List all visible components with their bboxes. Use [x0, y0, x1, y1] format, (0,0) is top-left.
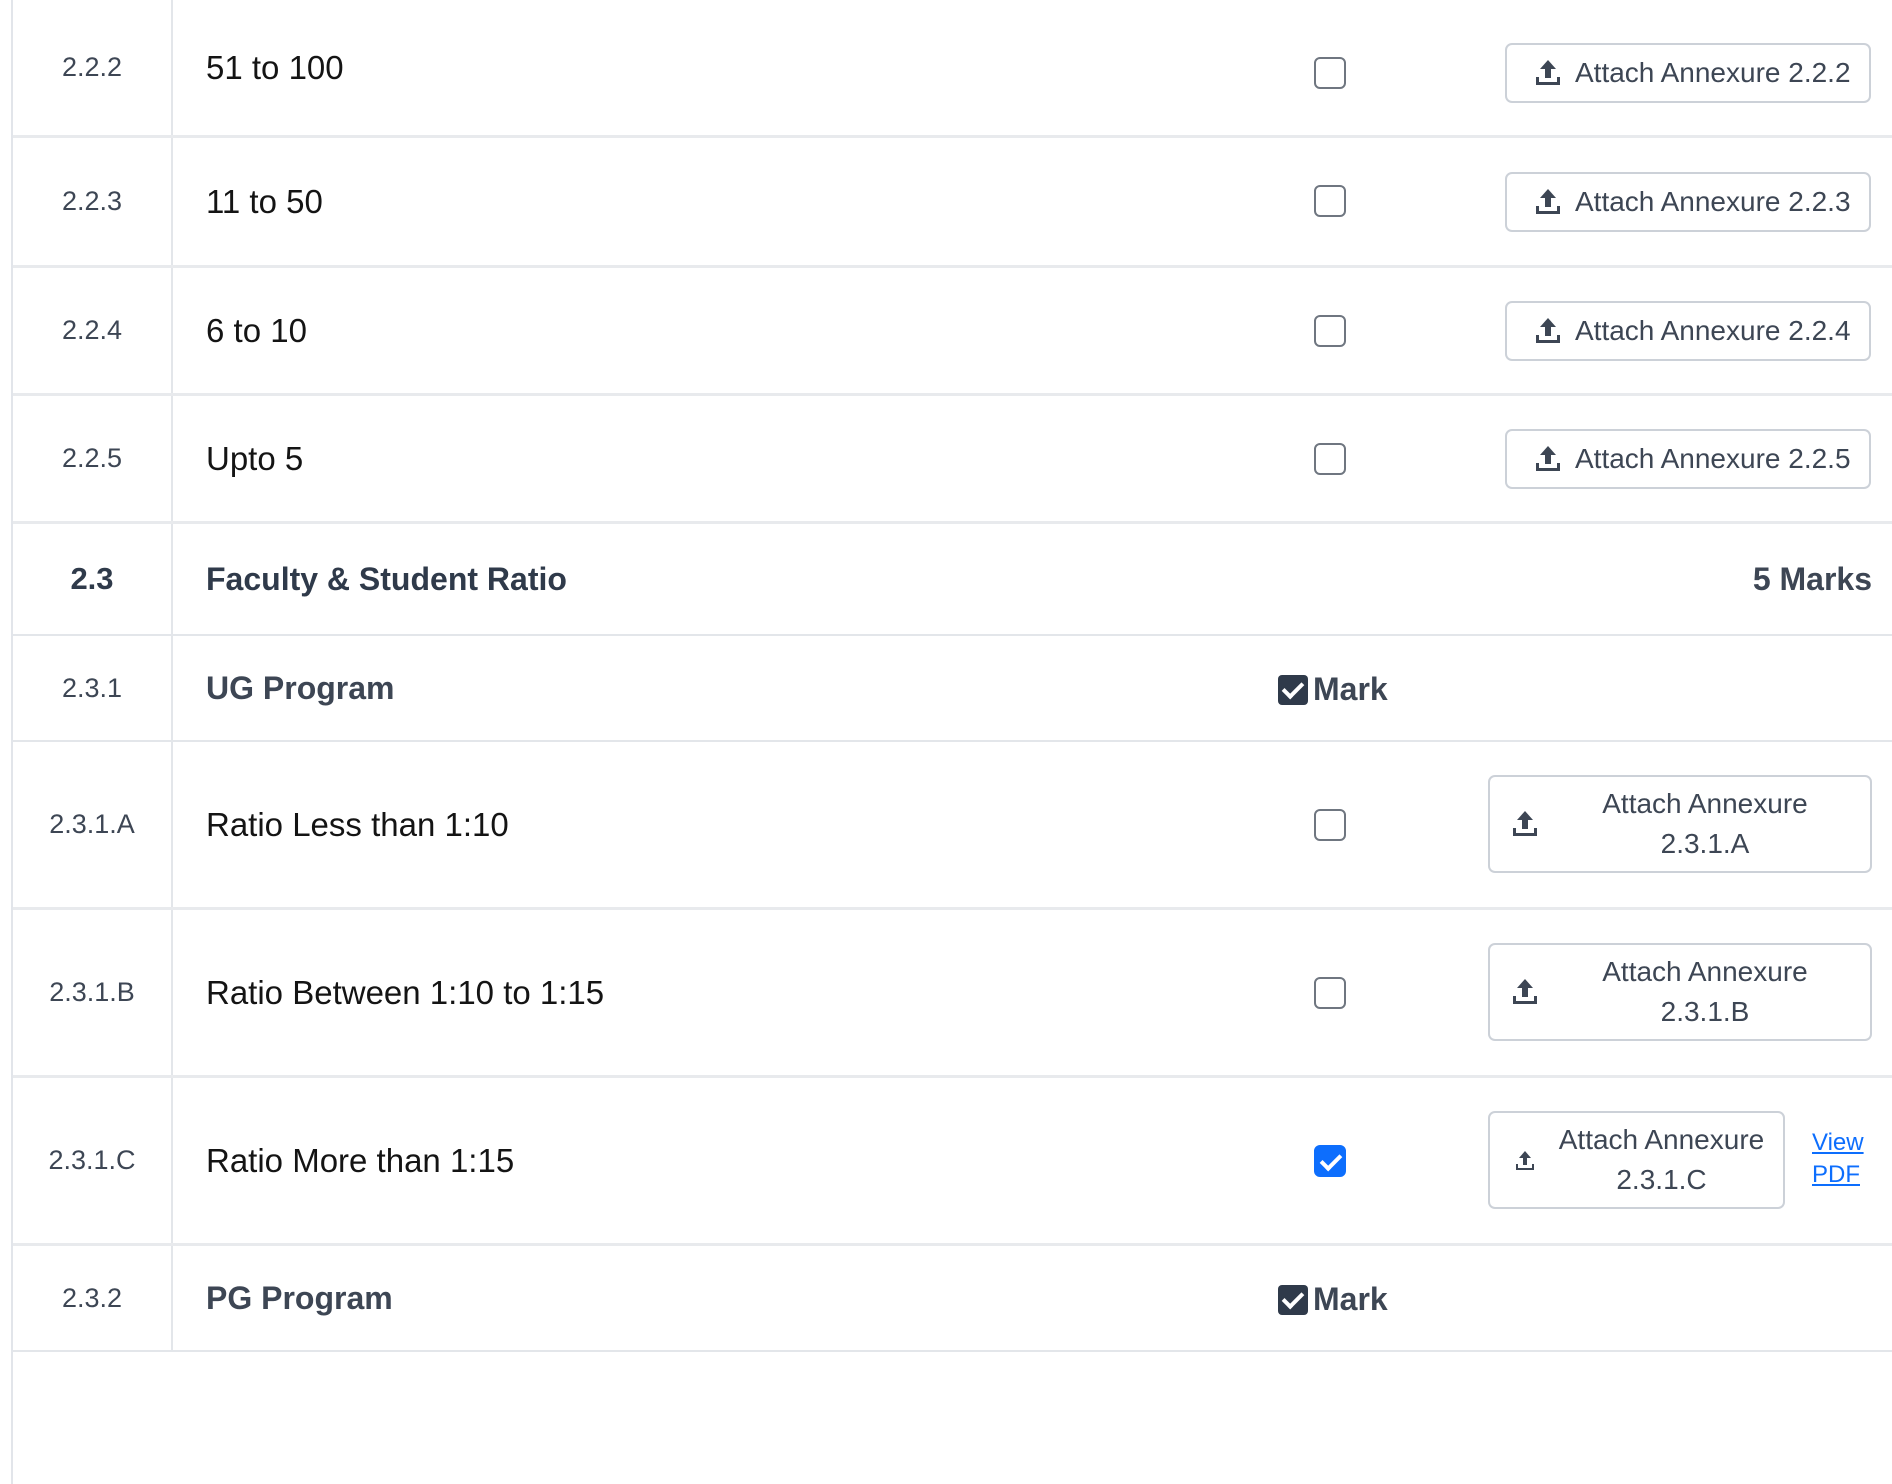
- subsection-title: PG Program: [206, 1279, 393, 1316]
- mark-checkbox[interactable]: Mark: [1278, 671, 1388, 708]
- section-number: 2.3: [13, 524, 173, 634]
- button-label: Attach Annexure 2.2.3: [1575, 186, 1851, 217]
- checkbox-checked-icon: [1278, 674, 1308, 705]
- section-title: Faculty & Student Ratio: [206, 560, 567, 597]
- row-checkbox[interactable]: [1314, 443, 1346, 475]
- button-label: Attach Annexure 2.3.1.C: [1558, 1124, 1765, 1195]
- row-number: 2.3.1.C: [13, 1078, 173, 1243]
- row-label: 6 to 10: [206, 311, 307, 349]
- row-checkbox[interactable]: [1314, 57, 1346, 89]
- checkbox-checked-icon: [1278, 1284, 1308, 1315]
- upload-icon: [1536, 189, 1560, 214]
- mark-label: Mark: [1313, 671, 1388, 707]
- table-row: 2.3.1.A Ratio Less than 1:10 Attach Anne…: [13, 742, 1892, 910]
- table-row: 2.2.2 51 to 100 Attach Annexure 2.2.2: [13, 0, 1892, 138]
- row-label: Upto 5: [206, 439, 304, 477]
- table-row: 2.3.1.C Ratio More than 1:15 Attach Anne…: [13, 1078, 1892, 1246]
- section-marks: 5 Marks: [1752, 560, 1872, 597]
- row-label: Ratio Less than 1:10: [206, 805, 509, 843]
- mark-checkbox[interactable]: Mark: [1278, 1281, 1388, 1318]
- subsection-row: 2.3.1 UG Program Mark: [13, 636, 1892, 742]
- button-label: Attach Annexure 2.3.1.A: [1602, 788, 1808, 859]
- button-label: Attach Annexure 2.2.2: [1575, 57, 1851, 88]
- row-label: Ratio Between 1:10 to 1:15: [206, 973, 605, 1011]
- upload-icon: [1536, 446, 1560, 471]
- row-checkbox[interactable]: [1314, 977, 1346, 1009]
- button-label: Attach Annexure 2.2.4: [1575, 315, 1851, 346]
- row-checkbox[interactable]: [1314, 809, 1346, 841]
- attach-annexure-button[interactable]: Attach Annexure 2.3.1.A: [1488, 775, 1872, 873]
- table-row: 2.2.5 Upto 5 Attach Annexure 2.2.5: [13, 396, 1892, 524]
- table-row: 2.2.4 6 to 10 Attach Annexure 2.2.4: [13, 268, 1892, 396]
- row-checkbox[interactable]: [1314, 315, 1346, 347]
- row-label: 51 to 100: [206, 48, 344, 86]
- attach-annexure-button[interactable]: Attach Annexure 2.2.2: [1505, 43, 1871, 103]
- attach-annexure-button[interactable]: Attach Annexure 2.2.3: [1505, 172, 1871, 232]
- upload-icon: [1516, 1151, 1534, 1170]
- row-number: 2.2.4: [13, 268, 173, 393]
- subsection-number: 2.3.1: [13, 636, 173, 740]
- row-number: 2.3.1.B: [13, 910, 173, 1075]
- mark-label: Mark: [1313, 1281, 1388, 1317]
- upload-icon: [1513, 811, 1537, 836]
- table-row: 2.3.1.B Ratio Between 1:10 to 1:15 Attac…: [13, 910, 1892, 1078]
- attach-annexure-button[interactable]: Attach Annexure 2.3.1.B: [1488, 943, 1872, 1041]
- row-label: 11 to 50: [206, 182, 323, 220]
- attach-annexure-button[interactable]: Attach Annexure 2.2.5: [1505, 429, 1871, 489]
- upload-icon: [1536, 318, 1560, 343]
- row-number: 2.2.2: [13, 0, 173, 135]
- row-checkbox-checked[interactable]: [1314, 1145, 1346, 1177]
- row-number: 2.2.3: [13, 138, 173, 265]
- view-pdf-link[interactable]: View PDF: [1812, 1127, 1864, 1191]
- button-label: Attach Annexure 2.2.5: [1575, 443, 1851, 474]
- upload-icon: [1536, 60, 1560, 85]
- button-label: Attach Annexure 2.3.1.B: [1602, 956, 1808, 1027]
- row-label: Ratio More than 1:15: [206, 1141, 515, 1179]
- subsection-row: 2.3.2 PG Program Mark: [13, 1246, 1892, 1352]
- attach-annexure-button[interactable]: Attach Annexure 2.3.1.C: [1488, 1111, 1785, 1209]
- row-checkbox[interactable]: [1314, 185, 1346, 217]
- attach-annexure-button[interactable]: Attach Annexure 2.2.4: [1505, 301, 1871, 361]
- row-number: 2.2.5: [13, 396, 173, 521]
- upload-icon: [1513, 979, 1537, 1004]
- table-row: 2.2.3 11 to 50 Attach Annexure 2.2.3: [13, 138, 1892, 268]
- section-header-row: 2.3 Faculty & Student Ratio 5 Marks: [13, 524, 1892, 636]
- criteria-table: 2.2.2 51 to 100 Attach Annexure 2.2.2 2.…: [11, 0, 1892, 1484]
- row-number: 2.3.1.A: [13, 742, 173, 907]
- subsection-number: 2.3.2: [13, 1246, 173, 1350]
- subsection-title: UG Program: [206, 669, 395, 706]
